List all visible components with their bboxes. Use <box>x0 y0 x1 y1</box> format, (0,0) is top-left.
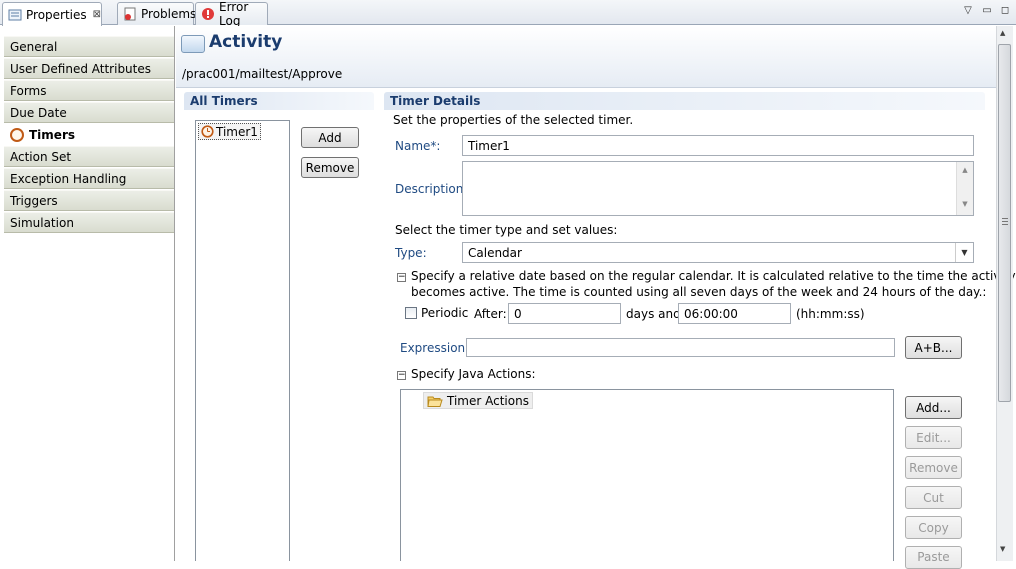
tree-item-timer-actions[interactable]: Timer Actions <box>423 392 533 409</box>
list-item[interactable]: Timer1 <box>198 123 261 140</box>
collapse-calendar-icon[interactable]: − <box>397 273 406 282</box>
timer-clock-icon <box>201 125 214 138</box>
tab-error-log-label: Error Log <box>219 0 249 28</box>
error-log-icon <box>201 7 215 21</box>
description-field[interactable] <box>462 161 974 216</box>
copy-action-button[interactable]: Copy <box>905 516 962 539</box>
tab-error-log[interactable]: Error Log <box>195 0 268 28</box>
timers-list[interactable]: Timer1 <box>195 120 290 561</box>
problems-icon <box>123 7 137 21</box>
name-field[interactable]: Timer1 <box>462 135 974 156</box>
sidebar-item-label: Simulation <box>10 215 74 230</box>
page-title: Activity <box>209 32 283 52</box>
timer-name: Timer1 <box>216 124 258 139</box>
add-timer-button[interactable]: Add <box>301 127 359 148</box>
type-instruction: Select the timer type and set values: <box>395 223 618 237</box>
time-field[interactable]: 06:00:00 <box>678 303 791 324</box>
sidebar-item-label: Forms <box>10 83 47 98</box>
time-format-label: (hh:mm:ss) <box>796 307 865 321</box>
cut-action-button[interactable]: Cut <box>905 486 962 509</box>
sidebar-item-general[interactable]: General <box>4 36 174 57</box>
tab-properties-label: Properties <box>26 7 87 22</box>
sidebar-item-label: Due Date <box>10 105 67 120</box>
collapse-java-actions-icon[interactable]: − <box>397 371 406 380</box>
all-timers-title: All Timers <box>184 92 374 110</box>
scrollbar-thumb[interactable] <box>998 44 1011 402</box>
after-label: After: <box>474 307 507 321</box>
sidebar-item-label: Triggers <box>10 193 58 208</box>
calendar-description-line2: becomes active. The time is counted usin… <box>411 285 987 299</box>
tree-item-label: Timer Actions <box>447 393 529 408</box>
properties-icon <box>8 8 22 22</box>
edit-action-button[interactable]: Edit... <box>905 426 962 449</box>
scroll-up-icon[interactable]: ▲ <box>1000 29 1005 37</box>
paste-action-button[interactable]: Paste <box>905 546 962 569</box>
sidebar-item-due-date[interactable]: Due Date <box>4 102 174 123</box>
maximize-icon[interactable]: ◻ <box>998 4 1012 18</box>
scroll-down-icon[interactable]: ▼ <box>1000 545 1005 553</box>
days-and-label: days and <box>626 307 681 321</box>
sidebar-item-simulation[interactable]: Simulation <box>4 212 174 233</box>
expression-builder-button[interactable]: A+B... <box>905 336 962 359</box>
sidebar-item-triggers[interactable]: Triggers <box>4 190 174 211</box>
timer-details-instruction: Set the properties of the selected timer… <box>393 113 634 127</box>
sidebar-item-timers[interactable]: Timers <box>4 124 174 145</box>
description-scrollbar[interactable]: ▲ ▼ <box>956 162 973 215</box>
remove-timer-button[interactable]: Remove <box>301 157 359 178</box>
activity-icon <box>181 35 205 53</box>
breadcrumb: /prac001/mailtest/Approve <box>182 67 343 81</box>
type-select[interactable]: Calendar ▼ <box>462 242 974 263</box>
add-action-button[interactable]: Add... <box>905 396 962 419</box>
sidebar-item-label: Exception Handling <box>10 171 127 186</box>
sidebar-item-action-set[interactable]: Action Set <box>4 146 174 167</box>
close-tab-icon[interactable]: ⊠ <box>93 9 101 20</box>
sidebar-item-label: Timers <box>29 127 76 142</box>
expression-field[interactable] <box>466 338 895 357</box>
folder-icon <box>427 396 443 407</box>
periodic-checkbox[interactable] <box>405 307 417 319</box>
chevron-down-icon[interactable]: ▼ <box>955 243 973 262</box>
tab-problems-label: Problems <box>141 7 197 21</box>
java-actions-label: Specify Java Actions: <box>411 367 536 381</box>
timer-details-title: Timer Details <box>384 92 985 110</box>
sidebar-item-label: User Defined Attributes <box>10 61 152 76</box>
clock-icon <box>10 127 24 142</box>
sidebar-item-forms[interactable]: Forms <box>4 80 174 101</box>
sidebar-item-exception-handling[interactable]: Exception Handling <box>4 168 174 189</box>
sidebar-item-label: General <box>10 39 58 54</box>
type-selected-value: Calendar <box>468 245 522 260</box>
minimize-icon[interactable]: ▭ <box>980 4 994 18</box>
view-tab-bar: Properties ⊠ Problems Error Log ▽ ▭ ◻ <box>0 0 1016 28</box>
sidebar-item-user-defined-attributes[interactable]: User Defined Attributes <box>4 58 174 79</box>
type-label: Type: <box>395 246 427 260</box>
tab-properties[interactable]: Properties ⊠ <box>2 2 102 26</box>
periodic-label: Periodic <box>421 306 469 320</box>
days-field[interactable]: 0 <box>508 303 621 324</box>
name-label: Name*: <box>395 139 441 153</box>
view-menu-icon[interactable]: ▽ <box>961 4 975 18</box>
tab-problems[interactable]: Problems <box>117 2 197 25</box>
calendar-description-line1: Specify a relative date based on the reg… <box>411 269 1016 283</box>
sidebar-item-label: Action Set <box>10 149 72 164</box>
expression-label: Expression: <box>400 341 470 355</box>
remove-action-button[interactable]: Remove <box>905 456 962 479</box>
java-actions-tree[interactable]: Timer Actions <box>400 389 894 561</box>
description-label: Description: <box>395 182 468 196</box>
